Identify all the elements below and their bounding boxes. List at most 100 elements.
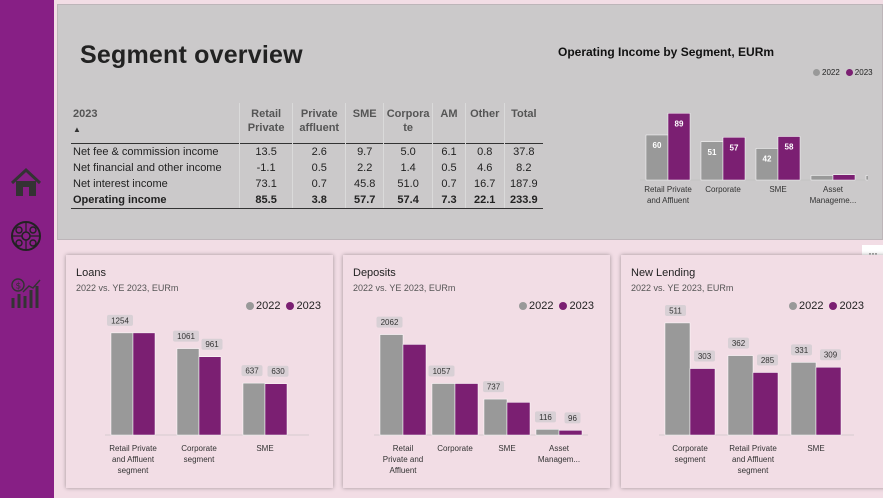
category-label: SME	[256, 444, 273, 453]
category-label: segment	[675, 455, 706, 464]
table-cell: -1.1	[239, 159, 293, 176]
data-label: 331	[795, 346, 809, 355]
table-cell: 16.7	[464, 175, 505, 192]
bar-2023-2[interactable]	[815, 366, 842, 436]
bar-2022-0[interactable]	[379, 334, 404, 436]
bar-2023-1[interactable]	[454, 383, 479, 436]
bar-2022-2[interactable]	[755, 148, 779, 181]
table-cell: 51.0	[383, 175, 433, 192]
col-header[interactable]: Corpora te	[383, 103, 433, 143]
table-row[interactable]: Operating income 85.5 3.8 57.7 57.4 7.3 22.1 23…	[71, 191, 543, 209]
category-label: Manageme...	[810, 196, 857, 205]
top-panel: Segment overview 2023 ▲ Retail Private Pr…	[57, 4, 883, 240]
data-label: 362	[732, 339, 746, 348]
table-cell: 0.5	[292, 159, 346, 176]
data-label: 961	[205, 340, 219, 349]
data-label: 96	[568, 414, 577, 423]
col-header[interactable]: SME	[345, 103, 384, 143]
bar-2022-0[interactable]	[664, 322, 691, 436]
data-label: 51	[708, 148, 717, 157]
operating-income-legend: 2022 2023	[810, 68, 873, 77]
sidebar: $	[0, 0, 54, 498]
row-label: Net fee & commission income	[73, 145, 219, 158]
category-label: SME	[498, 444, 515, 453]
new-lending-chart: 511 303 Corporate segment 362 285 Retail Priva…	[659, 304, 854, 475]
bar-2022-4[interactable]	[865, 175, 868, 181]
bar-2022-1[interactable]	[431, 383, 456, 436]
data-label: 303	[698, 352, 712, 361]
category-label: Corporate	[672, 444, 708, 453]
col-header[interactable]: AM	[432, 103, 466, 143]
new-lending-card: New Lending 2022 vs. YE 2023, EURm 2022 …	[621, 255, 883, 488]
table-cell: 0.8	[464, 143, 505, 160]
sort-asc-icon[interactable]: ▲	[73, 123, 237, 137]
data-label: 2062	[381, 318, 399, 327]
table-header-row: 2023 ▲ Retail Private Private affluent SM…	[71, 103, 543, 143]
table-cell: 9.7	[345, 143, 384, 160]
col-header[interactable]: Total	[503, 103, 543, 143]
bar-2023-2[interactable]	[264, 383, 288, 436]
row-label: Net interest income	[73, 177, 168, 190]
category-label: Retail Private	[729, 444, 777, 453]
legend-item-2022[interactable]: 2022	[813, 68, 840, 77]
deposits-card: Deposits 2022 vs. YE 2023, EURm 2022 202…	[343, 255, 610, 488]
category-label: Retail	[393, 444, 414, 453]
category-label: Corporate	[181, 444, 217, 453]
bar-2023-2[interactable]	[506, 402, 531, 436]
operating-income-chart: 60 89 Retail Private and Affluent 51 57 Corpor…	[640, 113, 868, 205]
bar-2022-3[interactable]	[810, 175, 834, 181]
page-title: Segment overview	[80, 41, 303, 69]
data-label: 42	[763, 155, 772, 164]
data-label: 511	[669, 306, 682, 315]
bar-2023-1[interactable]	[752, 372, 779, 436]
table-row[interactable]: Net interest income 73.1 0.7 45.8 51.0 0.7 16.…	[71, 175, 543, 192]
operating-income-chart-title: Operating Income by Segment, EURm	[558, 45, 775, 59]
data-label: 285	[761, 356, 775, 365]
bar-2022-1[interactable]	[727, 355, 754, 436]
data-label: 57	[730, 143, 739, 152]
bar-2022-1[interactable]	[176, 348, 200, 436]
category-label: Corporate	[437, 444, 473, 453]
bar-2023-0[interactable]	[689, 368, 716, 436]
table-cell: 0.7	[292, 175, 346, 192]
year-header[interactable]: 2023 ▲	[71, 103, 240, 143]
col-header[interactable]: Retail Private	[239, 103, 293, 143]
data-label: 58	[785, 143, 794, 152]
bar-2022-0[interactable]	[110, 332, 134, 436]
data-label: 60	[653, 141, 662, 150]
data-label: 89	[675, 119, 684, 128]
home-icon[interactable]	[9, 166, 43, 200]
bar-2022-2[interactable]	[242, 382, 266, 436]
bar-2023-3[interactable]	[558, 430, 583, 436]
category-label: and Affluent	[732, 455, 775, 464]
data-label: 1254	[111, 316, 129, 325]
table-cell: 0.5	[432, 159, 466, 176]
category-label: Retail Private	[644, 185, 692, 194]
segments-icon[interactable]	[9, 219, 43, 253]
row-label: Operating income	[71, 191, 240, 209]
table-row[interactable]: Net fee & commission income 13.5 2.6 9.7 5.0…	[71, 143, 543, 160]
table-cell: 8.2	[503, 159, 543, 176]
bar-2023-3[interactable]	[832, 174, 856, 181]
col-header[interactable]: Other	[464, 103, 505, 143]
category-label: Corporate	[705, 185, 741, 194]
legend-item-2023[interactable]: 2023	[845, 68, 873, 77]
table-cell: 85.5	[239, 191, 293, 209]
bar-2023-1[interactable]	[198, 356, 222, 436]
loans-chart: 1254 Retail Private and Affluent segment 106…	[105, 314, 309, 475]
table-cell: 6.1	[432, 143, 466, 160]
bar-2022-2[interactable]	[790, 362, 817, 436]
finance-icon[interactable]: $	[9, 276, 43, 310]
data-label: 309	[824, 351, 838, 360]
bar-2022-3[interactable]	[535, 429, 560, 436]
table-row[interactable]: Net financial and other income -1.1 0.5 2.2…	[71, 159, 543, 176]
category-label: SME	[769, 185, 786, 194]
category-label: Asset	[823, 185, 844, 194]
table-cell: 57.7	[345, 191, 384, 209]
bar-2022-2[interactable]	[483, 398, 508, 436]
table-cell: 7.3	[432, 191, 466, 209]
bar-2023-0[interactable]	[132, 332, 156, 436]
col-header[interactable]: Private affluent	[292, 103, 346, 143]
bar-2023-0[interactable]	[402, 344, 427, 436]
table-cell: 187.9	[503, 175, 543, 192]
